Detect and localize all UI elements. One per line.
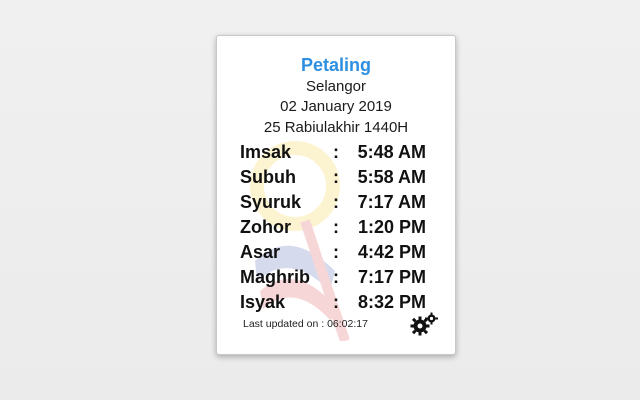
prayer-time: 5:58 AM	[357, 167, 426, 187]
prayer-row-zohor: Zohor : 1:20 PM	[240, 215, 440, 240]
prayer-row-imsak: Imsak : 5:48 AM	[240, 140, 440, 165]
prayer-row-maghrib: Maghrib : 7:17 PM	[240, 265, 440, 290]
prayer-times-list: Imsak : 5:48 AM Subuh : 5:58 AM Syuruk :…	[240, 140, 440, 315]
prayer-row-subuh: Subuh : 5:58 AM	[240, 165, 440, 190]
last-updated-text: Last updated on : 06:02:17	[243, 318, 368, 330]
separator: :	[333, 142, 339, 162]
separator: :	[333, 192, 339, 212]
prayer-name: Subuh	[240, 167, 296, 187]
prayer-name: Isyak	[240, 292, 286, 312]
prayer-time: 1:20 PM	[357, 217, 426, 237]
prayer-time: 5:48 AM	[357, 142, 426, 162]
hijri-date: 25 Rabiulakhir 1440H	[263, 119, 409, 136]
prayer-time: 7:17 PM	[357, 267, 426, 287]
prayer-time: 4:42 PM	[357, 242, 426, 262]
prayer-name: Zohor	[240, 217, 291, 237]
prayer-row-asar: Asar : 4:42 PM	[240, 240, 440, 265]
browser-background: Petaling Selangor 02 January 2019 25 Rab…	[0, 0, 640, 400]
state-name: Selangor	[305, 78, 367, 95]
separator: :	[333, 242, 339, 262]
prayer-time: 7:17 AM	[357, 192, 426, 212]
prayer-name: Asar	[240, 242, 281, 262]
gears-icon[interactable]	[410, 312, 438, 336]
gregorian-date: 02 January 2019	[280, 98, 392, 115]
prayer-times-popup: Petaling Selangor 02 January 2019 25 Rab…	[216, 35, 456, 355]
separator: :	[333, 267, 339, 287]
separator: :	[333, 292, 339, 312]
prayer-name: Maghrib	[240, 267, 310, 287]
prayer-row-syuruk: Syuruk : 7:17 AM	[240, 190, 440, 215]
prayer-name: Syuruk	[240, 192, 302, 212]
separator: :	[333, 167, 339, 187]
district-name: Petaling	[300, 55, 371, 75]
prayer-name: Imsak	[240, 142, 292, 162]
separator: :	[333, 217, 339, 237]
